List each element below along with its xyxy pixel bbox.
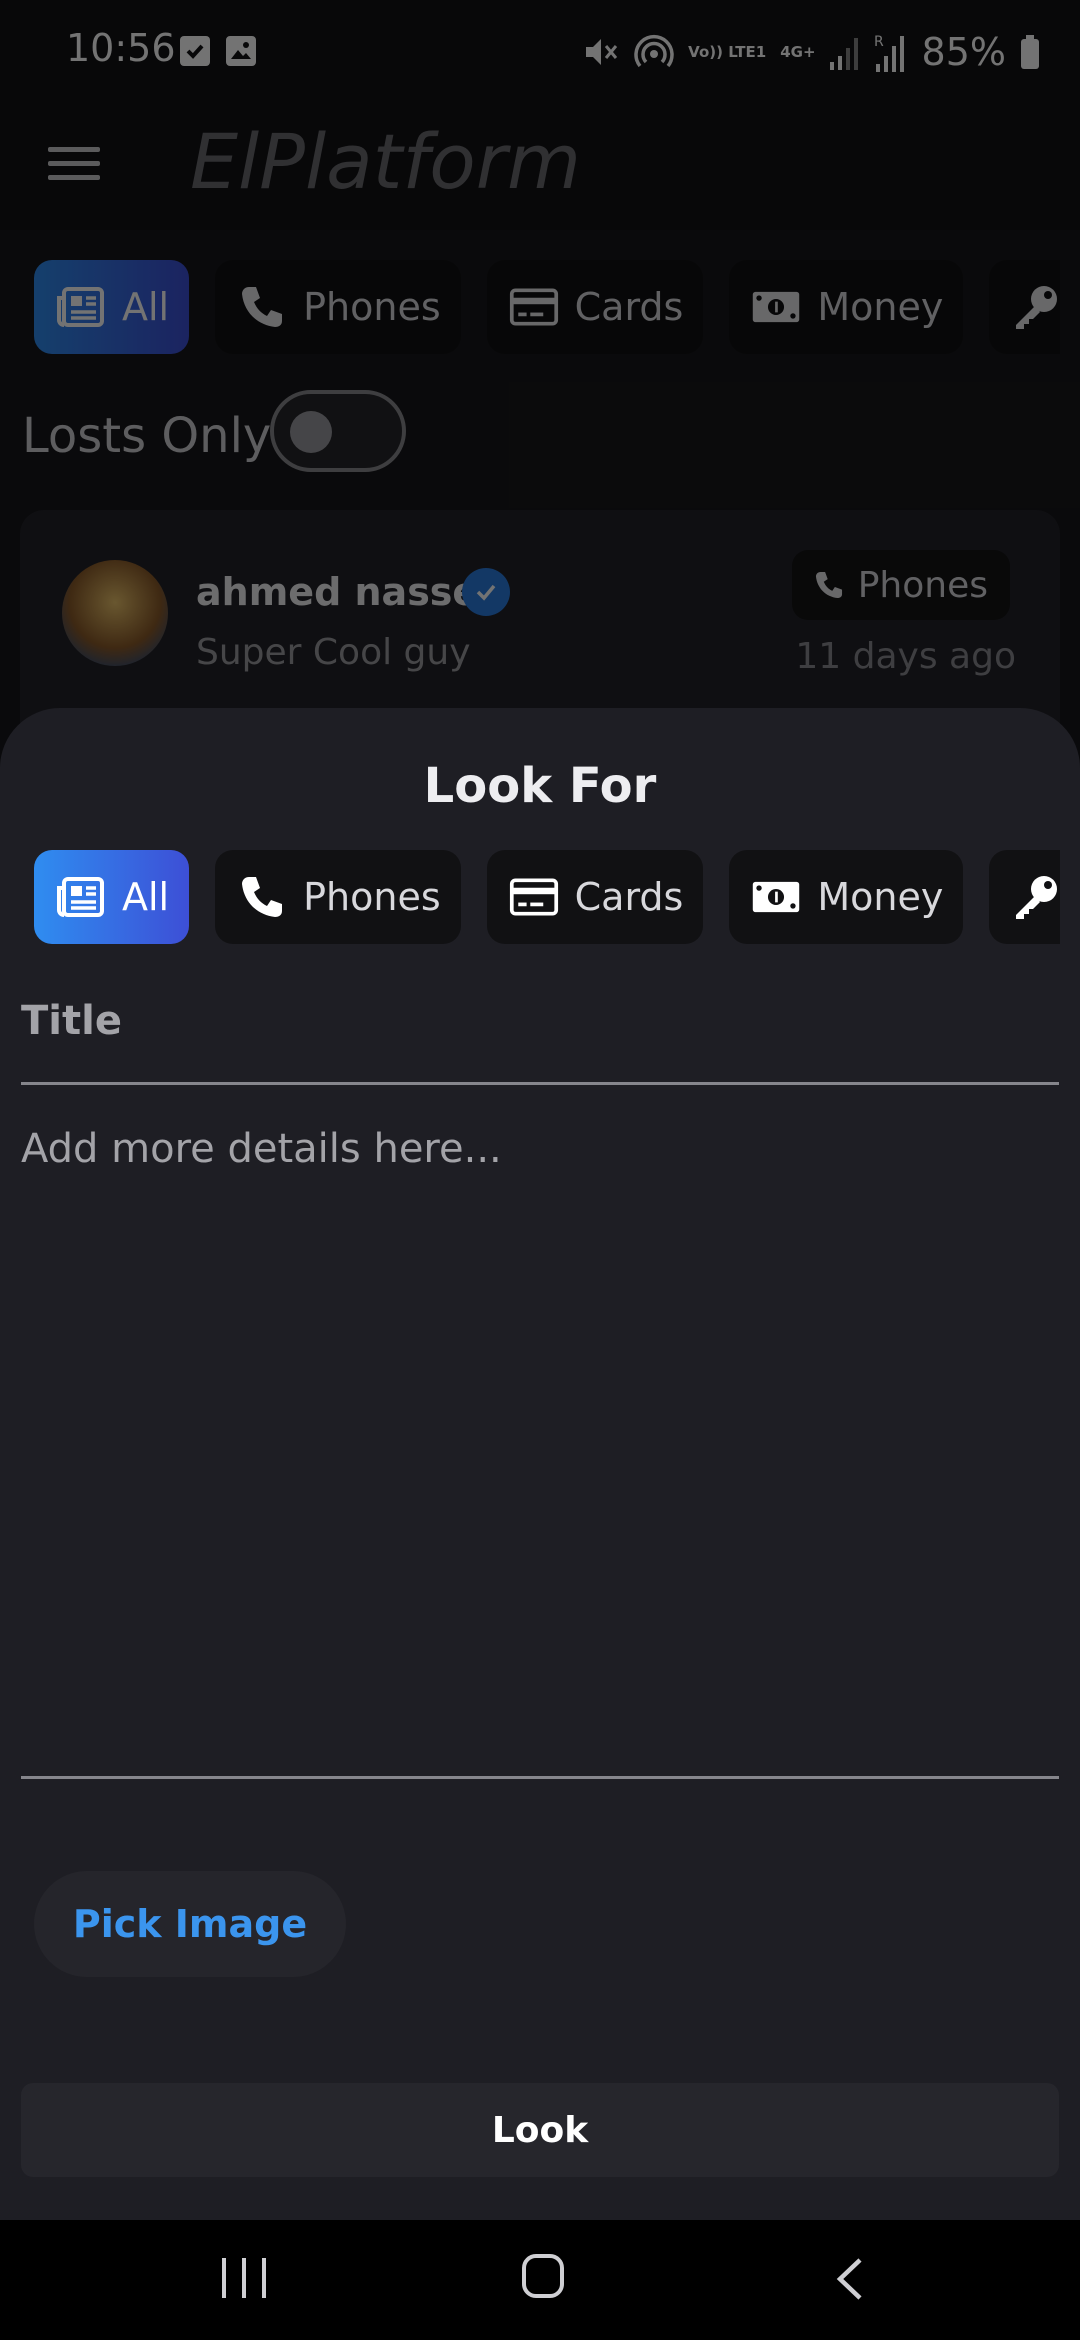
app-title: ElPlatform [190, 117, 581, 206]
credit-card-icon [509, 285, 559, 329]
status-time: 10:56 [66, 26, 176, 70]
pick-image-button[interactable]: Pick Image [34, 1871, 346, 1977]
category-chip-label: All [122, 285, 170, 329]
phone-icon [815, 571, 842, 599]
verified-badge-icon [462, 568, 510, 616]
avatar [62, 560, 168, 666]
post-subtitle: Super Cool guy [196, 632, 471, 673]
recent-apps-icon[interactable] [222, 2258, 266, 2302]
sheet-category-chip-phones[interactable]: Phones [215, 850, 461, 944]
losts-only-toggle[interactable] [270, 390, 406, 472]
sheet-category-bar: All Phones Cards Money [34, 850, 1060, 944]
money-icon [751, 875, 801, 919]
category-chip-label: Money [817, 875, 944, 919]
category-chip-keys[interactable]: K [989, 260, 1060, 354]
newspaper-icon [56, 875, 106, 919]
sheet-category-chip-keys[interactable]: K [989, 850, 1060, 944]
category-chip-money[interactable]: Money [729, 260, 964, 354]
newspaper-icon [56, 285, 106, 329]
status-bar: 10:56 Vo)) LTE1 4G+ R 85% [0, 0, 1080, 105]
details-textarea[interactable]: Add more details here... [21, 1126, 502, 1172]
look-submit-button[interactable]: Look [21, 2083, 1059, 2177]
4g-icon: 4G+ [780, 43, 816, 61]
post-time: 11 days ago [795, 636, 1016, 677]
hamburger-menu-icon[interactable] [48, 137, 100, 189]
home-icon[interactable] [522, 2254, 564, 2298]
losts-only-label: Losts Only [22, 408, 272, 464]
category-chip-label: All [122, 875, 170, 919]
phone-icon [237, 875, 287, 919]
sheet-category-chip-all[interactable]: All [34, 850, 190, 944]
details-textarea-underline [21, 1776, 1059, 1779]
category-chip-label: Phones [303, 875, 441, 919]
toggle-knob [290, 411, 332, 453]
mute-icon [586, 39, 618, 65]
category-chip-all[interactable]: All [34, 260, 190, 354]
money-icon [751, 285, 801, 329]
category-chip-label: Phones [303, 285, 441, 329]
post-author-name: ahmed nasser [196, 570, 497, 614]
sheet-category-chip-cards[interactable]: Cards [486, 850, 704, 944]
key-icon [1011, 285, 1060, 329]
category-chip-label: Cards [574, 875, 684, 919]
volte-icon: Vo)) LTE1 [688, 43, 767, 61]
title-input-underline [21, 1082, 1059, 1085]
battery-percent: 85% [921, 30, 1006, 74]
sheet-title: Look For [423, 758, 657, 814]
category-chip-phones[interactable]: Phones [215, 260, 461, 354]
signal-roaming-icon: R [874, 34, 904, 72]
credit-card-icon [509, 875, 559, 919]
feed-background: All Phones Cards Money Losts Only ahmed … [0, 230, 1080, 770]
post-category-badge: Phones [791, 550, 1010, 620]
sheet-category-chip-money[interactable]: Money [729, 850, 964, 944]
signal-icon [829, 38, 858, 70]
category-chip-cards[interactable]: Cards [486, 260, 704, 354]
look-for-sheet: Look For All Phones Cards Money Title Ad… [0, 708, 1080, 2220]
title-input[interactable]: Title [21, 998, 122, 1044]
svg-text:R: R [874, 34, 884, 50]
phone-icon [237, 285, 287, 329]
category-chip-label: Money [817, 285, 944, 329]
system-nav-bar [0, 2220, 1080, 2340]
key-icon [1011, 875, 1060, 919]
hotspot-icon [634, 35, 674, 68]
post-category-label: Phones [857, 564, 988, 606]
category-chip-label: Cards [574, 285, 684, 329]
back-icon[interactable] [832, 2256, 866, 2302]
app-bar: ElPlatform [0, 105, 1080, 230]
category-filter-bar: All Phones Cards Money [34, 260, 1060, 354]
battery-icon [1021, 35, 1039, 69]
gallery-icon [226, 36, 256, 66]
checkbox-icon [180, 36, 210, 66]
